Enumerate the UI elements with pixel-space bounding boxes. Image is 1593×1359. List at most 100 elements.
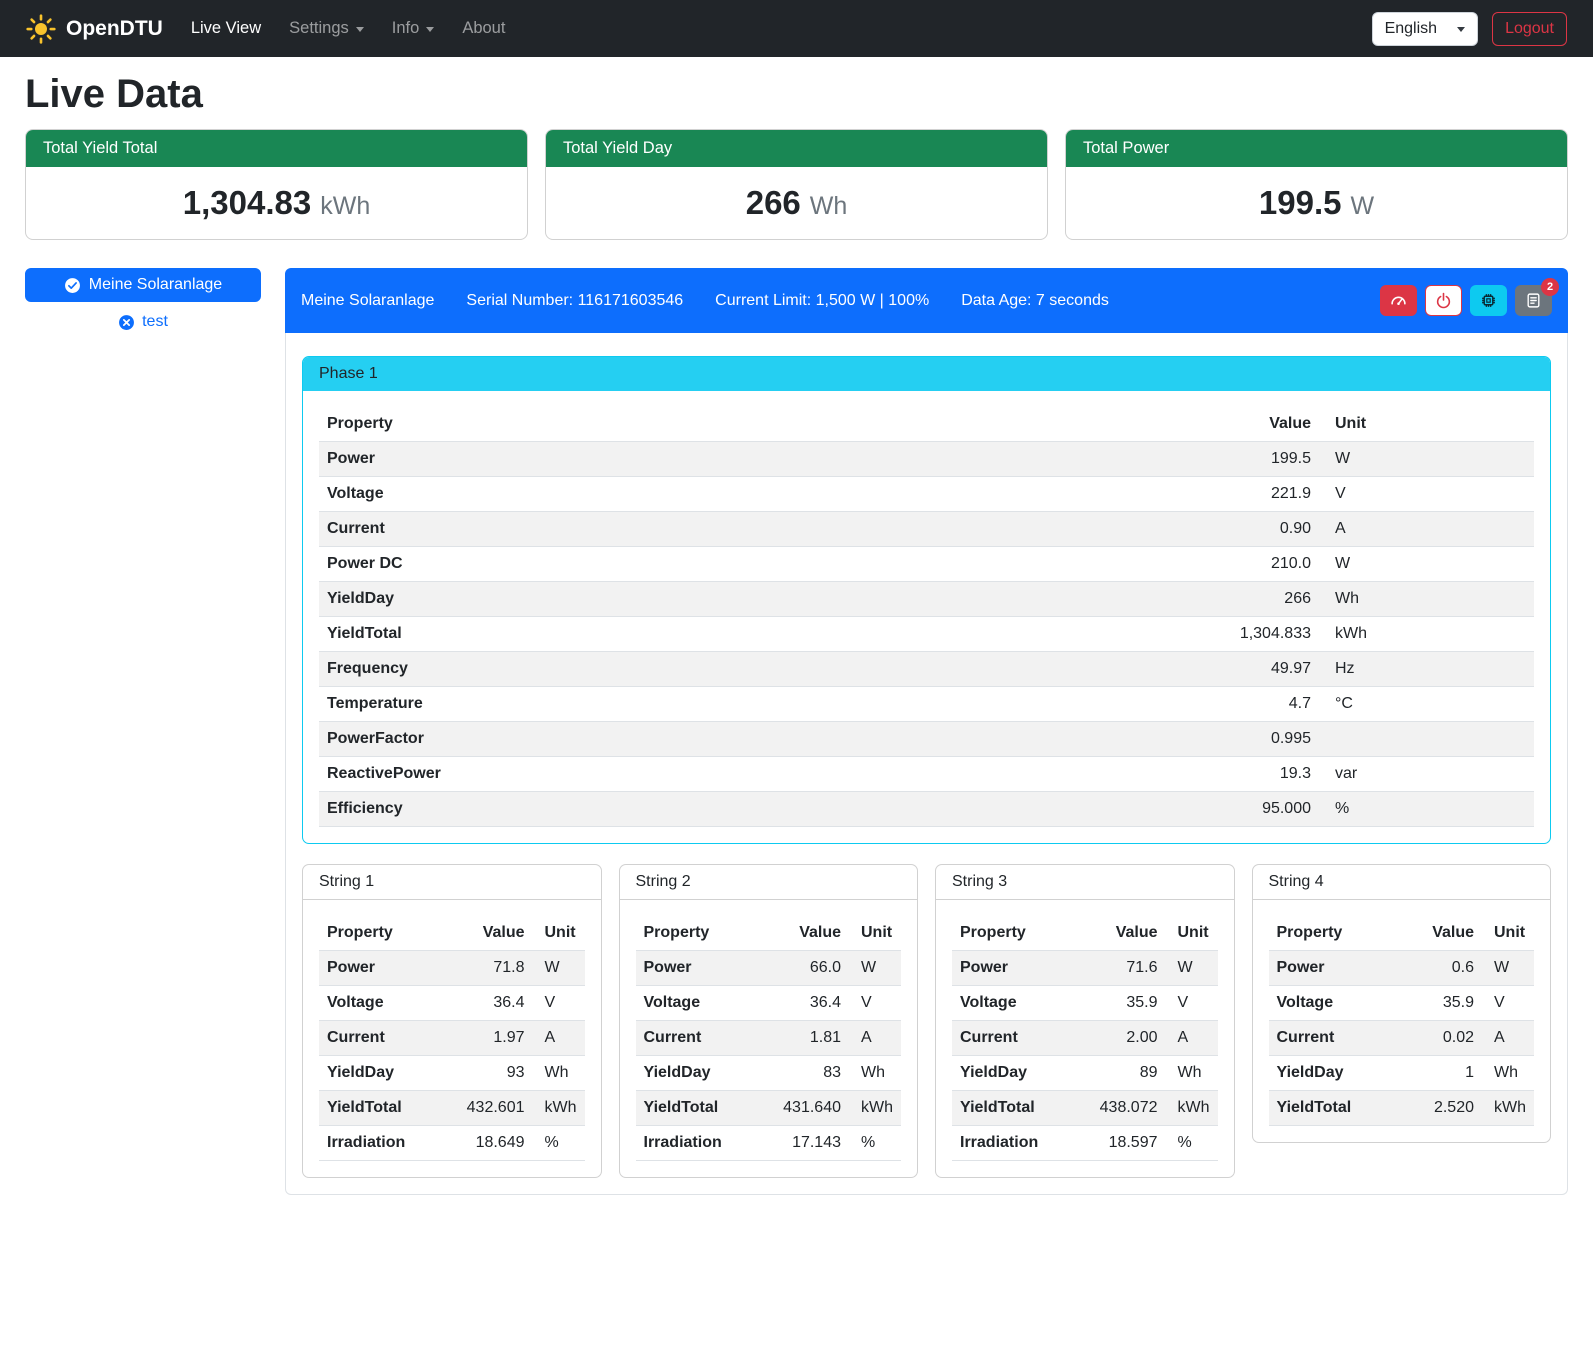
unit-cell: kWh	[1319, 617, 1534, 652]
column-header-property: Property	[1269, 916, 1411, 951]
value-cell: 18.649	[459, 1126, 533, 1161]
property-cell: YieldDay	[1269, 1056, 1411, 1091]
unit-cell: Wh	[1166, 1056, 1218, 1091]
table-row: Irradiation18.649%	[319, 1126, 585, 1161]
column-header-value: Value	[1199, 407, 1319, 442]
table-row: YieldTotal2.520kWh	[1269, 1091, 1535, 1126]
value-cell: 89	[1092, 1056, 1166, 1091]
unit-cell: A	[533, 1021, 585, 1056]
summary-card-title: Total Power	[1066, 130, 1567, 167]
column-header-unit: Unit	[849, 916, 901, 951]
chevron-down-icon	[1457, 27, 1465, 32]
unit-cell: %	[849, 1126, 901, 1161]
nav-item-live-view[interactable]: Live View	[191, 19, 261, 38]
unit-cell: %	[533, 1126, 585, 1161]
table-row: Current0.02A	[1269, 1021, 1535, 1056]
string-card-body: Property Value Unit Power71.8WVoltage36.…	[303, 900, 601, 1177]
phase-card: Phase 1 Property Value Unit Power199.5WV…	[302, 356, 1551, 844]
language-select[interactable]: English	[1372, 12, 1478, 46]
table-row: YieldDay266Wh	[319, 582, 1534, 617]
summary-card-value: 266	[746, 184, 801, 221]
unit-cell: Wh	[1319, 582, 1534, 617]
unit-cell: V	[533, 986, 585, 1021]
table-row: YieldTotal1,304.833kWh	[319, 617, 1534, 652]
phase-card-body: Property Value Unit Power199.5WVoltage22…	[303, 391, 1550, 843]
unit-cell: Wh	[533, 1056, 585, 1091]
unit-cell: Hz	[1319, 652, 1534, 687]
value-cell: 0.995	[1199, 722, 1319, 757]
logout-button[interactable]: Logout	[1492, 12, 1567, 46]
table-header-row: Property Value Unit	[319, 916, 585, 951]
summary-card-total-yield-day: Total Yield Day 266Wh	[545, 129, 1048, 240]
summary-cards-row: Total Yield Total 1,304.83kWh Total Yiel…	[25, 129, 1568, 240]
string-card-4: String 4 Property Value Unit	[1252, 864, 1552, 1143]
summary-card-total-yield-total: Total Yield Total 1,304.83kWh	[25, 129, 528, 240]
value-cell: 83	[775, 1056, 849, 1091]
limit-settings-button[interactable]	[1380, 285, 1417, 316]
inverter-sidebar: Meine Solaranlage test	[25, 268, 261, 331]
property-cell: Power	[1269, 951, 1411, 986]
brand-logo[interactable]: OpenDTU	[26, 14, 163, 44]
inverter-actions: 2	[1380, 285, 1552, 316]
table-row: YieldDay1Wh	[1269, 1056, 1535, 1091]
table-row: Voltage221.9V	[319, 477, 1534, 512]
table-row: Voltage35.9V	[1269, 986, 1535, 1021]
string-card-title: String 2	[620, 865, 918, 900]
string-table-body: Power71.6WVoltage35.9VCurrent2.00AYieldD…	[952, 951, 1218, 1161]
unit-cell: A	[1166, 1021, 1218, 1056]
value-cell: 0.6	[1410, 951, 1482, 986]
unit-cell: W	[1319, 442, 1534, 477]
nav-item-label: Settings	[289, 19, 349, 38]
property-cell: Frequency	[319, 652, 1199, 687]
nav-item-info[interactable]: Info	[392, 19, 435, 38]
unit-cell: V	[1166, 986, 1218, 1021]
table-header-row: Property Value Unit	[636, 916, 902, 951]
string-card-body: Property Value Unit Power66.0WVoltage36.…	[620, 900, 918, 1177]
top-navbar: OpenDTU Live View Settings Info About En…	[0, 0, 1593, 57]
string-table-head: Property Value Unit	[319, 916, 585, 951]
value-cell: 0.90	[1199, 512, 1319, 547]
unit-cell: %	[1166, 1126, 1218, 1161]
value-cell: 1.81	[775, 1021, 849, 1056]
unit-cell: °C	[1319, 687, 1534, 722]
column-header-property: Property	[319, 916, 459, 951]
value-cell: 0.02	[1410, 1021, 1482, 1056]
value-cell: 266	[1199, 582, 1319, 617]
unit-cell: V	[849, 986, 901, 1021]
table-row: Efficiency95.000%	[319, 792, 1534, 827]
table-row: Voltage36.4V	[636, 986, 902, 1021]
property-cell: Power	[319, 442, 1199, 477]
property-cell: Power	[319, 951, 459, 986]
string-card-title: String 4	[1253, 865, 1551, 900]
table-header-row: Property Value Unit	[319, 407, 1534, 442]
nav-item-about[interactable]: About	[462, 19, 505, 38]
summary-card-value: 1,304.83	[183, 184, 311, 221]
device-info-button[interactable]	[1470, 285, 1507, 316]
unit-cell: W	[1166, 951, 1218, 986]
value-cell: 49.97	[1199, 652, 1319, 687]
summary-card-value: 199.5	[1259, 184, 1342, 221]
string-table-head: Property Value Unit	[952, 916, 1218, 951]
value-cell: 35.9	[1410, 986, 1482, 1021]
events-button[interactable]: 2	[1515, 285, 1552, 316]
sidebar-item-test[interactable]: test	[25, 313, 261, 331]
table-row: YieldDay83Wh	[636, 1056, 902, 1091]
string-table-body: Power71.8WVoltage36.4VCurrent1.97AYieldD…	[319, 951, 585, 1161]
column-header-unit: Unit	[1482, 916, 1534, 951]
table-row: Current0.90A	[319, 512, 1534, 547]
unit-cell	[1319, 722, 1534, 757]
unit-cell: kWh	[1482, 1091, 1534, 1126]
nav-item-settings[interactable]: Settings	[289, 19, 364, 38]
sidebar-item-meine-solaranlage[interactable]: Meine Solaranlage	[25, 268, 261, 302]
value-cell: 18.597	[1092, 1126, 1166, 1161]
value-cell: 1,304.833	[1199, 617, 1319, 652]
inverter-serial: Serial Number: 116171603546	[466, 292, 683, 310]
string-card-1: String 1 Property Value Unit	[302, 864, 602, 1178]
unit-cell: A	[1482, 1021, 1534, 1056]
power-control-button[interactable]	[1425, 285, 1462, 316]
summary-card-unit: Wh	[810, 192, 848, 220]
table-row: YieldDay93Wh	[319, 1056, 585, 1091]
table-row: Temperature4.7°C	[319, 687, 1534, 722]
column-header-property: Property	[636, 916, 776, 951]
table-row: Voltage35.9V	[952, 986, 1218, 1021]
